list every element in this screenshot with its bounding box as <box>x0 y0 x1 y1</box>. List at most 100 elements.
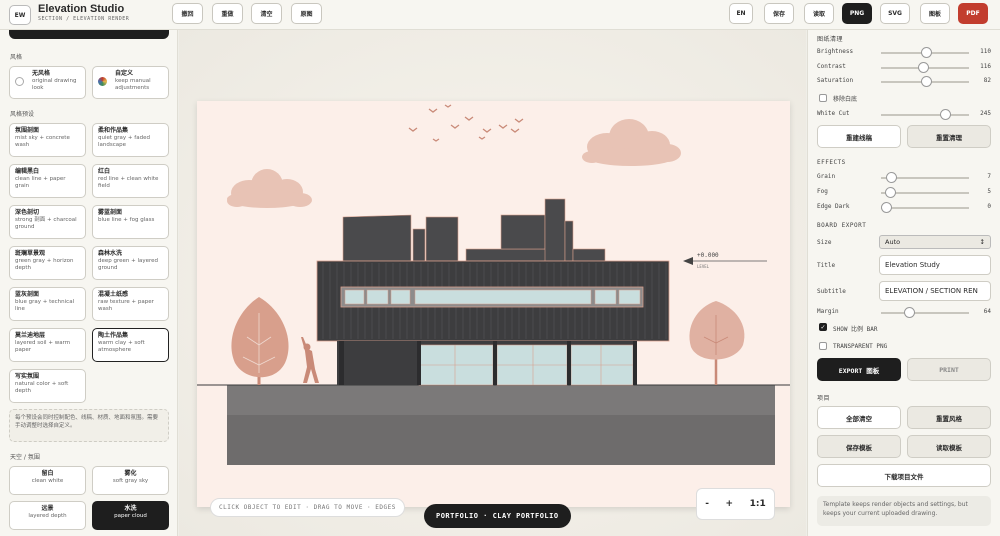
brightness-slider[interactable] <box>881 47 969 58</box>
fog-slider[interactable] <box>881 187 969 198</box>
preset-card[interactable]: 蓝灰剖面 blue gray + technical line <box>9 287 86 321</box>
print-button[interactable]: PRINT <box>907 358 991 381</box>
preset-card[interactable]: 氛围剖面 mist sky + concrete wash <box>9 123 86 157</box>
edge-dark-value: 0 <box>987 203 991 210</box>
grain-slider[interactable] <box>881 172 969 183</box>
png-button[interactable]: PNG <box>842 3 872 24</box>
transparent-label: TRANSPARENT PNG <box>833 343 888 350</box>
save-button[interactable]: 保存 <box>764 3 794 24</box>
slider-knob[interactable] <box>904 307 916 318</box>
saturation-label: Saturation <box>817 77 854 84</box>
scrolled-button[interactable] <box>9 30 169 39</box>
preset-section-title: 风格预设 <box>10 111 35 118</box>
contrast-label: Contrast <box>817 63 846 70</box>
download-project-button[interactable]: 下载项目文件 <box>817 464 991 487</box>
sky-section-title: 天空 / 氛围 <box>10 454 40 461</box>
export-board-button[interactable]: EXPORT 图板 <box>817 358 901 381</box>
save-template-button[interactable]: 保存模板 <box>817 435 901 458</box>
slider-knob[interactable] <box>917 62 929 73</box>
svg-button[interactable]: SVG <box>880 3 910 24</box>
subtitle-label: Subtitle <box>817 288 846 295</box>
birds <box>408 104 524 142</box>
reset-cleanup-button[interactable]: 重置清理 <box>907 125 991 148</box>
preset-card[interactable]: 柔和作品集 quiet gray + faded landscape <box>92 123 169 157</box>
show-scale-checkbox[interactable]: ✓ <box>819 323 827 331</box>
slider-knob[interactable] <box>886 172 898 183</box>
style-card-none[interactable]: 无风格 original drawing look <box>9 66 86 99</box>
grain-label: Grain <box>817 173 836 180</box>
sky-card[interactable]: 雾化 soft gray sky <box>92 466 169 495</box>
title-input[interactable]: Elevation Study <box>879 255 991 275</box>
redo-button[interactable]: 重做 <box>212 3 243 24</box>
level-sub: LEVEL <box>697 264 710 269</box>
brightness-value: 110 <box>980 48 991 55</box>
tree-left <box>231 297 289 385</box>
cloud-right <box>582 119 681 166</box>
preset-card[interactable]: 森林水洗 deep green + layered ground <box>92 246 169 280</box>
sky-card[interactable]: 留白 clean white <box>9 466 86 495</box>
style-card-custom[interactable]: 自定义 keep manual adjustments <box>92 66 169 99</box>
clear-all-button[interactable]: 全部清空 <box>817 406 901 429</box>
slider-knob[interactable] <box>921 76 933 87</box>
slider-knob[interactable] <box>939 109 951 120</box>
size-label: Size <box>817 239 832 246</box>
zoom-fit-button[interactable]: 1:1 <box>750 499 766 509</box>
subtitle-input[interactable]: ELEVATION / SECTION REN <box>879 281 991 301</box>
preset-card[interactable]: 编辑黑白 clean line + paper grain <box>9 164 86 198</box>
preset-note: 每个预设会同时控制配色、线稿、材质、地面和氛围。需要手动调整时选择自定义。 <box>9 409 169 442</box>
zoom-controls: - + 1:1 <box>696 488 775 520</box>
size-select[interactable]: Auto ↕ <box>879 235 991 249</box>
drawing-board[interactable]: +0.000 LEVEL <box>197 101 790 507</box>
color-wheel-icon <box>98 77 107 86</box>
board-button[interactable]: 图板 <box>920 3 950 24</box>
original-button[interactable]: 原图 <box>291 3 322 24</box>
rebuild-lines-button[interactable]: 重建线稿 <box>817 125 901 148</box>
slider-knob[interactable] <box>881 202 892 213</box>
language-button[interactable]: EN <box>729 3 753 24</box>
transparent-checkbox[interactable] <box>819 342 827 350</box>
preset-card[interactable]: 深色剖切 strong 剖面 + charcoal ground <box>9 205 86 239</box>
effects-heading: EFFECTS <box>817 159 846 166</box>
white-cut-label: White Cut <box>817 110 850 117</box>
load-template-button[interactable]: 读取模板 <box>907 435 991 458</box>
undo-button[interactable]: 撤回 <box>172 3 203 24</box>
load-button[interactable]: 读取 <box>804 3 834 24</box>
style-section-title: 风格 <box>10 54 23 61</box>
top-bar: EW Elevation Studio SECTION / ELEVATION … <box>0 0 1000 30</box>
grain-value: 7 <box>987 173 991 180</box>
slider-knob[interactable] <box>884 187 896 198</box>
zoom-out-button[interactable]: - <box>705 499 709 509</box>
slider-knob[interactable] <box>921 47 933 58</box>
project-heading: 项目 <box>817 395 831 402</box>
contrast-slider[interactable] <box>881 62 969 73</box>
margin-slider[interactable] <box>881 307 969 318</box>
app-name: Elevation Studio <box>38 3 125 15</box>
preset-card[interactable]: 红白 red line + clean white field <box>92 164 169 198</box>
contrast-value: 116 <box>980 63 991 70</box>
preset-card[interactable]: 混凝土纸感 raw texture + paper wash <box>92 287 169 321</box>
preset-card[interactable]: 写实氛围 natural color + soft depth <box>9 369 86 403</box>
white-cut-slider[interactable] <box>881 109 969 120</box>
show-scale-label: SHOW 比例 BAR <box>833 326 878 333</box>
reset-style-button[interactable]: 重置风格 <box>907 406 991 429</box>
render-mode-pill[interactable]: PORTFOLIO · CLAY PORTFOLIO <box>424 504 571 528</box>
canvas-hint: CLICK OBJECT TO EDIT · DRAG TO MOVE · ED… <box>210 498 405 517</box>
clear-button[interactable]: 清空 <box>251 3 282 24</box>
sky-card[interactable]: 远景 layered depth <box>9 501 86 530</box>
preset-card-selected[interactable]: 陶土作品集 warm clay + soft atmosphere <box>92 328 169 362</box>
edge-dark-label: Edge Dark <box>817 203 850 210</box>
person-figure <box>301 337 319 383</box>
preset-card[interactable]: 雾蓝剖面 blue line + fog glass <box>92 205 169 239</box>
brightness-label: Brightness <box>817 48 854 55</box>
preset-card[interactable]: 莫兰迪地层 layered soil + warm paper <box>9 328 86 362</box>
saturation-slider[interactable] <box>881 76 969 87</box>
elevation-drawing[interactable]: +0.000 LEVEL <box>197 101 790 507</box>
sky-card-selected[interactable]: 水洗 paper cloud <box>92 501 169 530</box>
left-panel: 风格 无风格 original drawing look 自定义 keep ma… <box>0 30 178 536</box>
pdf-button[interactable]: PDF <box>958 3 988 24</box>
remove-white-checkbox[interactable] <box>819 94 827 102</box>
canvas-stage[interactable]: +0.000 LEVEL CLICK OBJECT TO EDIT · DRAG… <box>179 30 806 536</box>
zoom-in-button[interactable]: + <box>726 499 734 509</box>
preset-card[interactable]: 斑斓草景观 green gray + horizon depth <box>9 246 86 280</box>
edge-dark-slider[interactable] <box>881 202 969 213</box>
